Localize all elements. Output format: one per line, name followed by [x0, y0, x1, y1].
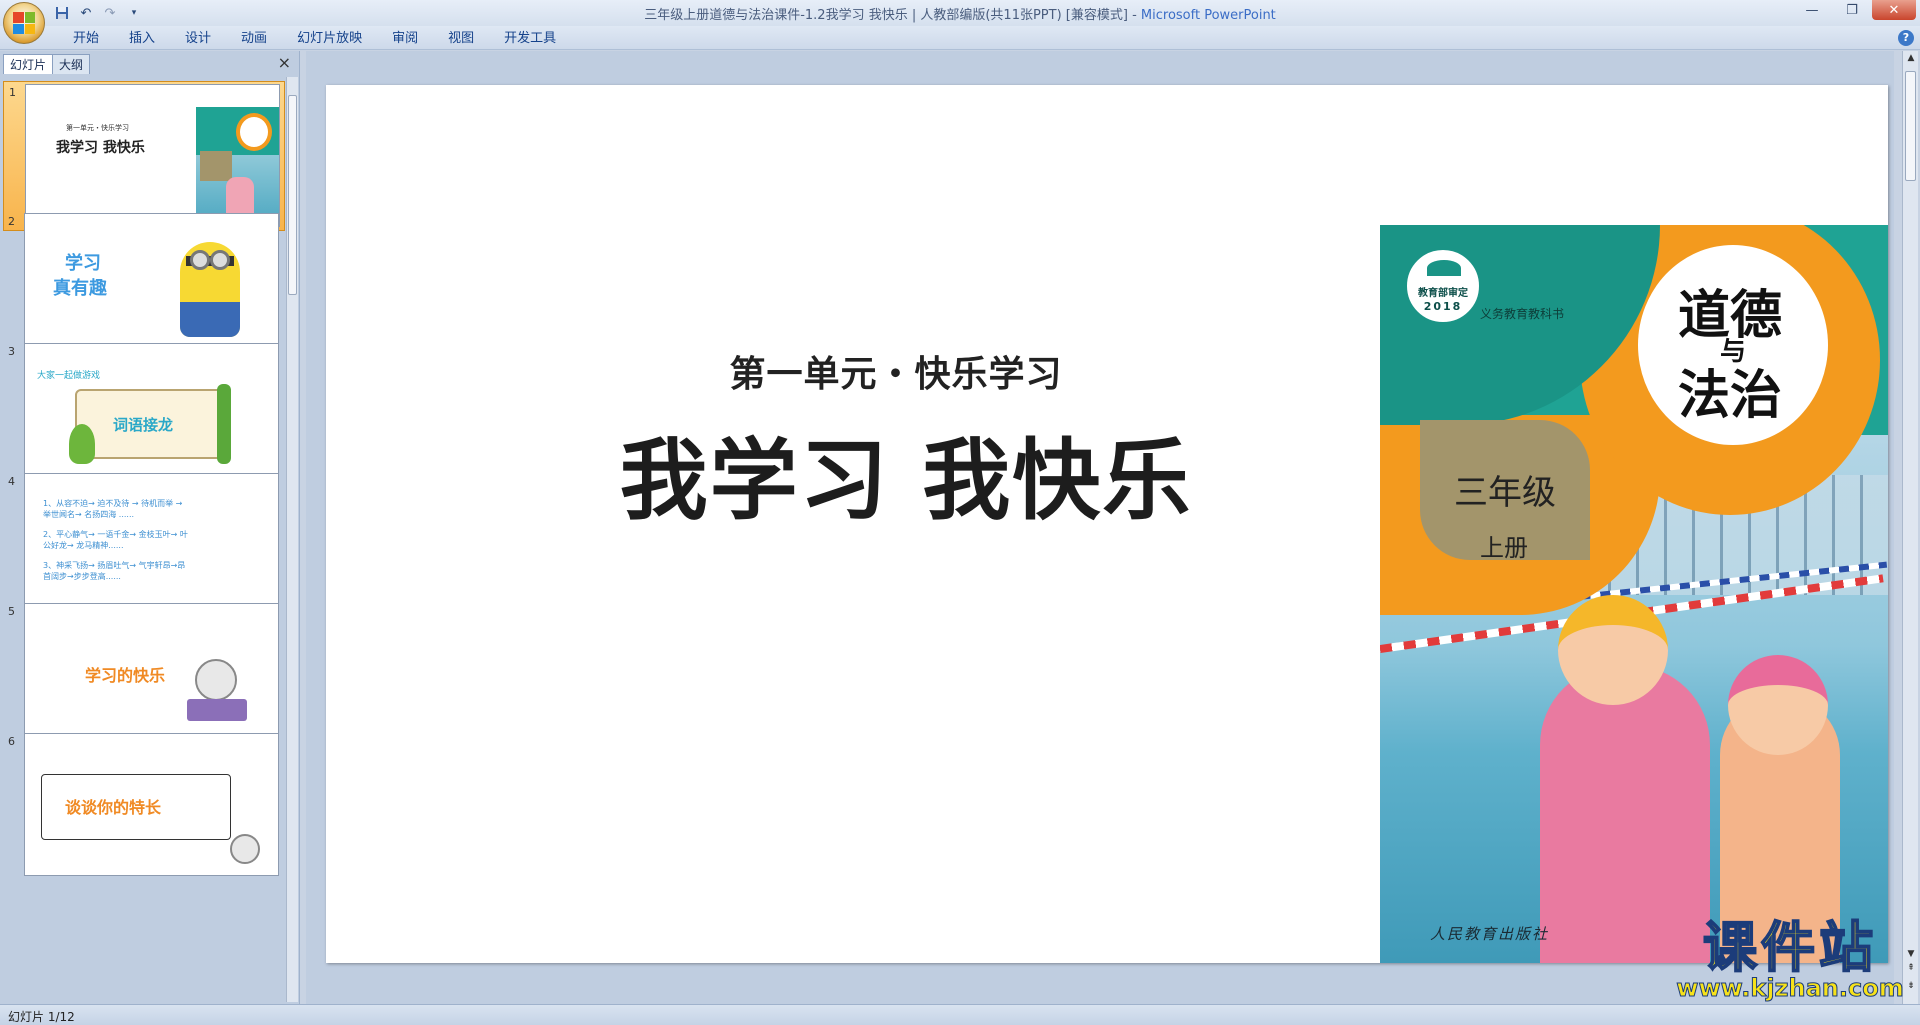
slide-thumbnail-5[interactable]: 5 学习的快乐	[3, 601, 285, 751]
scrollbar-thumb[interactable]	[288, 95, 297, 295]
tab-design[interactable]: 设计	[170, 29, 226, 49]
title-bar: ↶ ↷ ▾ 三年级上册道德与法治课件-1.2我学习 我快乐 | 人教部编版(共1…	[0, 0, 1920, 26]
swimmer-girl-head	[1558, 595, 1668, 705]
ribbon-tabs: 开始 插入 设计 动画 幻灯片放映 审阅 视图 开发工具	[58, 29, 571, 49]
subject-line2: 法治	[1678, 365, 1783, 426]
app-name: Microsoft PowerPoint	[1140, 8, 1276, 23]
book-icon	[1427, 260, 1461, 276]
slide-thumbnail-1[interactable]: 1 第一单元・快乐学习 我学习 我快乐	[3, 81, 285, 231]
thumb-title: 学习的快乐	[85, 666, 166, 685]
tab-slideshow[interactable]: 幻灯片放映	[282, 29, 377, 49]
watermark-logo: 课件站 www.kjzhan.com	[1670, 916, 1910, 1002]
thumb-title-line2: 真有趣	[53, 278, 107, 299]
slide-canvas[interactable]: 第一单元・快乐学习 我学习 我快乐 三年级 上册 道德 与 法治 教育部审定 2…	[326, 85, 1888, 963]
volume-label: 上册	[1480, 534, 1528, 562]
publisher-label: 人民教育出版社	[1430, 925, 1550, 943]
slide-number: 2	[8, 215, 15, 228]
slide-counter: 幻灯片 1/12	[8, 1010, 75, 1024]
grade-label: 三年级	[1454, 473, 1556, 513]
thumb-text-line: 3、神采飞扬→ 扬眉吐气→ 气宇轩昂→昂	[43, 561, 186, 570]
slide-preview: 大家一起做游戏 词语接龙	[24, 343, 279, 486]
thumb-text-line: 2、平心静气→ 一语千金→ 金枝玉叶→ 叶	[43, 530, 188, 539]
slide-preview: 1、从容不迫→ 迫不及待 → 待机而举 → 举世闻名→ 名扬四海 ...... …	[24, 473, 279, 616]
thumb-book-cover	[196, 107, 279, 226]
thumb-caption: 大家一起做游戏	[37, 371, 101, 381]
close-button[interactable]: ✕	[1872, 0, 1916, 20]
document-title: 三年级上册道德与法治课件-1.2我学习 我快乐 | 人教部编版(共11张PPT)…	[644, 8, 1128, 23]
minimize-button[interactable]: —	[1792, 0, 1832, 20]
tab-developer[interactable]: 开发工具	[489, 29, 571, 49]
thumb-text-line: 举世闻名→ 名扬四海 ......	[43, 510, 135, 519]
slide-thumbnail-3[interactable]: 3 大家一起做游戏 词语接龙	[3, 341, 285, 491]
office-button[interactable]	[3, 2, 45, 44]
books-illustration	[187, 699, 247, 721]
slide-preview: 谈谈你的特长	[24, 733, 279, 876]
slide-number: 4	[8, 475, 15, 488]
slides-panel: 幻灯片 大纲 × 1 第一单元・快乐学习 我学习 我快乐 2 学习 真有趣 3 …	[0, 51, 300, 1004]
editor-scrollbar[interactable]: ▲ ▼ ⇞ ⇟	[1902, 51, 1918, 1004]
thumb-title: 谈谈你的特长	[65, 798, 162, 817]
ribbon: 开始 插入 设计 动画 幻灯片放映 审阅 视图 开发工具 ?	[0, 26, 1920, 50]
badge-year: 2018	[1423, 300, 1463, 313]
tab-home[interactable]: 开始	[58, 29, 114, 49]
thumb-title: 词语接龙	[113, 416, 174, 434]
slide-editor: 第一单元・快乐学习 我学习 我快乐 三年级 上册 道德 与 法治 教育部审定 2…	[306, 51, 1894, 1004]
slide-subtitle[interactable]: 第一单元・快乐学习	[696, 345, 1096, 397]
cat-illustration	[195, 659, 237, 701]
restore-button[interactable]: ❐	[1832, 0, 1872, 20]
status-bar: 幻灯片 1/12	[0, 1004, 1920, 1025]
slide-number: 3	[8, 345, 15, 358]
thumb-title: 我学习 我快乐	[56, 140, 145, 156]
plant-decoration	[217, 384, 231, 464]
thumb-title-line1: 学习	[65, 253, 101, 274]
thumbnail-scrollbar[interactable]	[286, 77, 298, 1002]
thumb-text-line: 1、从容不迫→ 迫不及待 → 待机而举 →	[43, 499, 183, 508]
thumb-subtitle: 第一单元・快乐学习	[66, 124, 129, 132]
swimmer-girl	[1540, 665, 1710, 963]
slide-number: 6	[8, 735, 15, 748]
slide-thumbnail-2[interactable]: 2 学习 真有趣	[3, 211, 285, 361]
tab-animations[interactable]: 动画	[226, 29, 282, 49]
minion-illustration	[180, 242, 240, 337]
watermark-text: 课件站	[1702, 916, 1877, 979]
swimmer-child-head	[1728, 655, 1828, 755]
title-separator: -	[1127, 8, 1141, 23]
cat-illustration	[230, 834, 260, 864]
tab-review[interactable]: 审阅	[377, 29, 433, 49]
window-title: 三年级上册道德与法治课件-1.2我学习 我快乐 | 人教部编版(共11张PPT)…	[0, 4, 1920, 23]
watermark-url: www.kjzhan.com	[1676, 974, 1904, 1002]
plant-decoration	[69, 424, 95, 464]
office-logo-icon	[13, 12, 35, 34]
tab-view[interactable]: 视图	[433, 29, 489, 49]
series-label: 义务教育教科书	[1480, 307, 1565, 321]
tab-insert[interactable]: 插入	[114, 29, 170, 49]
tab-slides[interactable]: 幻灯片	[3, 54, 54, 74]
badge-top: 教育部审定	[1418, 288, 1468, 299]
panel-tabs: 幻灯片 大纲	[3, 54, 91, 74]
thumb-text-line: 首阔步→步步登高......	[43, 572, 121, 581]
slide-thumbnail-4[interactable]: 4 1、从容不迫→ 迫不及待 → 待机而举 → 举世闻名→ 名扬四海 .....…	[3, 471, 285, 621]
slide-number: 5	[8, 605, 15, 618]
window-controls: — ❐ ✕	[1792, 0, 1916, 20]
slide-title[interactable]: 我学习 我快乐	[556, 410, 1256, 537]
slide-number: 1	[9, 86, 16, 99]
slide-preview: 第一单元・快乐学习 我学习 我快乐	[25, 84, 280, 227]
scroll-up-icon[interactable]: ▲	[1905, 53, 1917, 63]
help-icon[interactable]: ?	[1898, 30, 1914, 46]
slide-thumbnails: 1 第一单元・快乐学习 我学习 我快乐 2 学习 真有趣 3 大家一起做游戏 词…	[3, 77, 285, 1002]
tab-outline[interactable]: 大纲	[52, 54, 91, 74]
panel-close-icon[interactable]: ×	[278, 53, 291, 72]
approval-badge: 教育部审定 2018	[1404, 247, 1482, 325]
slide-preview: 学习 真有趣	[24, 213, 279, 356]
scrollbar-thumb[interactable]	[1905, 71, 1916, 181]
slide-preview: 学习的快乐	[24, 603, 279, 746]
slide-thumbnail-6[interactable]: 6 谈谈你的特长	[3, 731, 285, 881]
textbook-cover[interactable]: 三年级 上册 道德 与 法治 教育部审定 2018 义务教育教科书 人民教育出版…	[1380, 225, 1888, 963]
thumb-text-line: 公好龙→ 龙马精神......	[43, 541, 124, 550]
